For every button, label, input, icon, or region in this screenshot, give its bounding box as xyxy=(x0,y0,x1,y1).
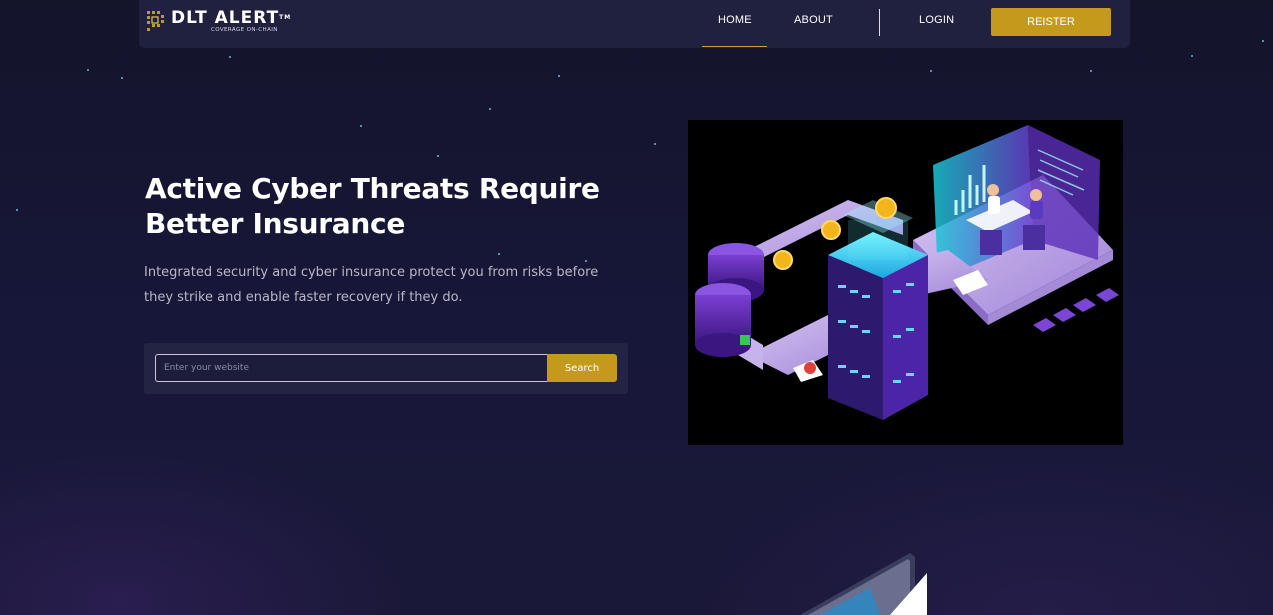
brand-logo[interactable]: DLT ALERTTM COVERAGE ON-CHAIN xyxy=(145,9,291,39)
website-search-input[interactable] xyxy=(155,354,548,382)
nav-about-link[interactable]: ABOUT xyxy=(794,14,833,26)
active-nav-indicator xyxy=(702,46,767,47)
laptop-icon xyxy=(800,553,927,615)
top-navbar: DLT ALERTTM COVERAGE ON-CHAIN HOME ABOUT… xyxy=(139,0,1130,48)
dlt-logo-icon xyxy=(147,11,164,31)
search-button[interactable]: Search xyxy=(547,354,617,382)
cyber-security-illustration xyxy=(688,120,1123,445)
brand-tagline: COVERAGE ON-CHAIN xyxy=(211,27,278,33)
nav-home-link[interactable]: HOME xyxy=(718,14,752,26)
hero-title: Active Cyber Threats Require Better Insu… xyxy=(145,172,600,240)
nav-divider xyxy=(879,9,880,36)
brand-name: DLT ALERTTM xyxy=(171,8,292,28)
website-search-form: Search xyxy=(144,343,628,394)
nav-login-link[interactable]: LOGIN xyxy=(919,14,954,26)
register-button[interactable]: REISTER xyxy=(991,8,1111,36)
hero-subtitle: Integrated security and cyber insurance … xyxy=(144,265,599,305)
trademark-mark: TM xyxy=(279,14,292,21)
isometric-data-center-icon xyxy=(695,125,1119,420)
partial-device-illustration xyxy=(800,553,930,615)
